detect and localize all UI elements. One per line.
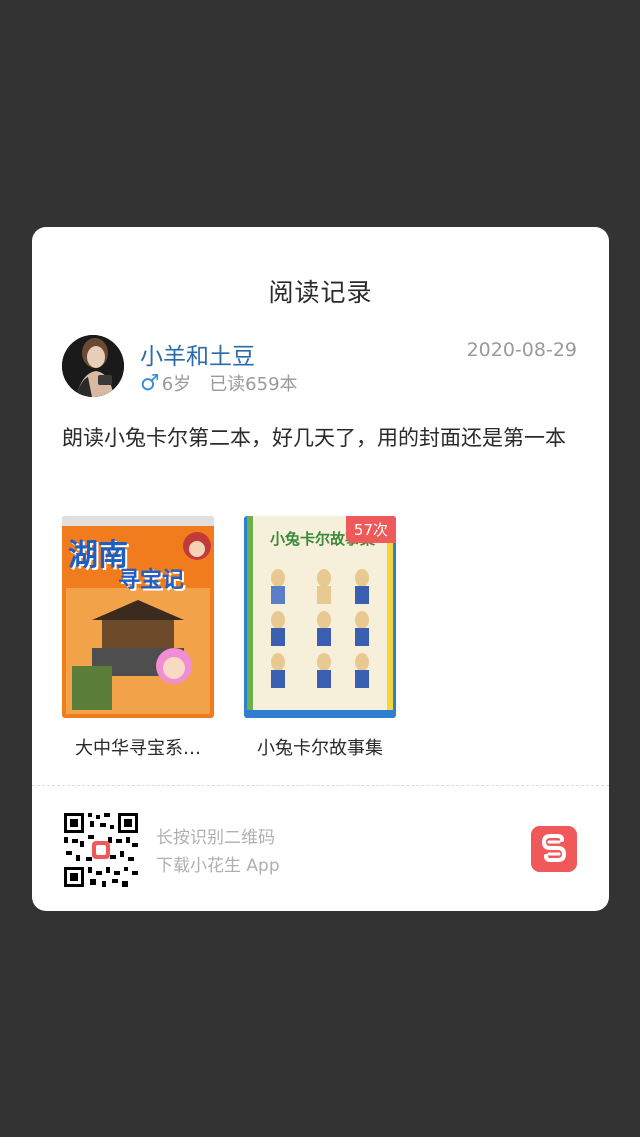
book-cover[interactable]: 小兔卡尔故事集 57次 bbox=[244, 516, 396, 718]
reading-record-card: 阅读记录 小羊和土豆 2020-08-29 ♂ 6岁 已读659本 朗读小兔卡尔… bbox=[32, 227, 609, 911]
app-logo-icon[interactable] bbox=[531, 826, 577, 872]
book-item[interactable]: 小兔卡尔故事集 57次 小兔卡尔故事集 bbox=[244, 516, 396, 760]
cover-subtitle: 寻宝记 bbox=[118, 568, 185, 593]
book-item[interactable]: 湖南 寻宝记 大中华寻宝系… bbox=[62, 516, 214, 760]
post-date: 2020-08-29 bbox=[466, 339, 577, 361]
read-times-badge: 57次 bbox=[345, 516, 396, 543]
post-text: 朗读小兔卡尔第二本，好几天了，用的封面还是第一本 bbox=[62, 426, 566, 450]
qr-code[interactable] bbox=[62, 811, 140, 889]
user-age: 6岁 bbox=[161, 374, 192, 395]
user-meta: ♂ 6岁 已读659本 bbox=[140, 370, 298, 396]
username-link[interactable]: 小羊和土豆 bbox=[140, 337, 255, 371]
read-count: 已读659本 bbox=[209, 374, 298, 395]
qr-hint: 长按识别二维码 bbox=[156, 828, 275, 848]
download-hint: 下载小花生 App bbox=[156, 856, 280, 876]
book-title[interactable]: 大中华寻宝系… bbox=[62, 734, 214, 760]
book-cover[interactable]: 湖南 寻宝记 bbox=[62, 516, 214, 718]
card-title: 阅读记录 bbox=[268, 278, 373, 307]
male-icon: ♂ bbox=[140, 370, 160, 396]
avatar[interactable] bbox=[62, 335, 124, 397]
dashed-divider bbox=[32, 785, 609, 786]
book-title[interactable]: 小兔卡尔故事集 bbox=[244, 734, 396, 760]
